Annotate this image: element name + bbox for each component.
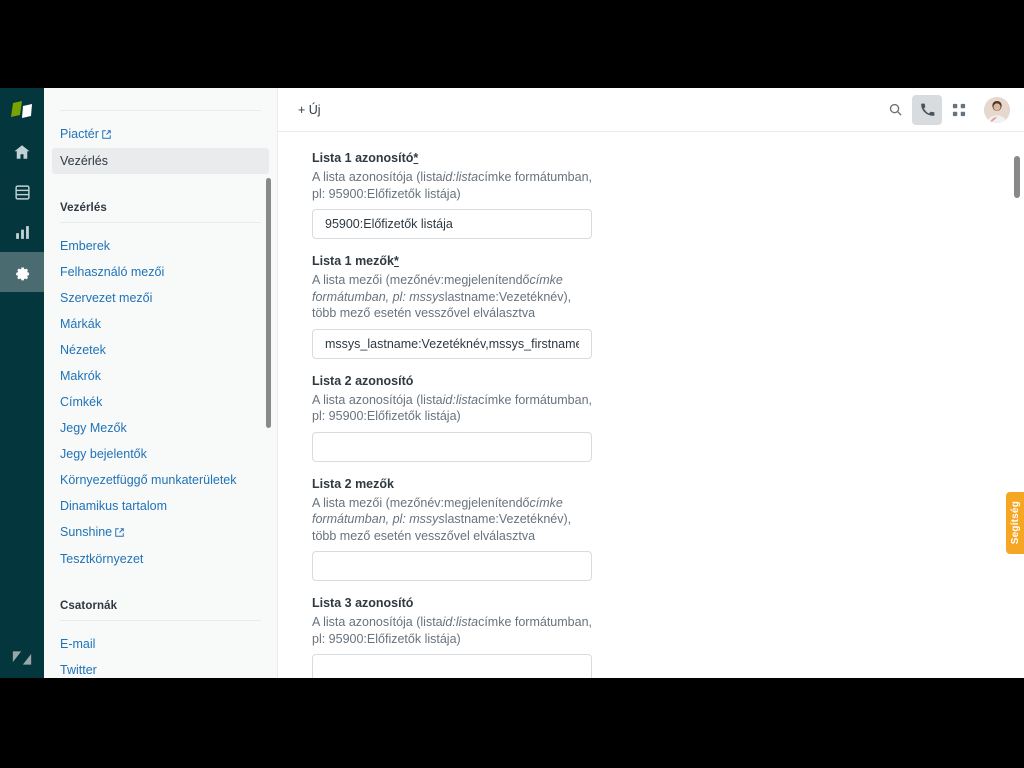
sidebar-item-label: Emberek [60,239,111,253]
sidebar-group-title: Csatornák [60,600,118,612]
sidebar-link-label: Piactér [60,127,99,141]
zendesk-product-logo-icon[interactable] [0,88,44,132]
zendesk-logo-icon [0,648,44,668]
sidebar-item-felhaszn-l-mez-i[interactable]: Felhasználó mezői [44,259,277,285]
sidebar-item-label: Címkék [60,395,103,409]
sidebar-divider [60,222,261,223]
sidebar-item-tesztk-rnyezet[interactable]: Tesztkörnyezet [44,546,277,572]
field-hint: A lista mezői (mezőnév:megjelenítendőcím… [312,272,594,322]
rail-item-reporting[interactable] [0,212,44,252]
field-hint-text: A lista azonosítója (lista [312,170,443,184]
sidebar-scrollbar-thumb[interactable] [266,178,271,428]
form-field: Lista 3 azonosító A lista azonosítója (li… [312,595,618,678]
new-button[interactable]: + Új [290,99,329,121]
topbar-actions [880,94,1024,125]
field-hint-text: A lista azonosítója (lista [312,392,443,407]
form-field: Lista 2 azonosító A lista azonosítója (li… [312,373,618,462]
sidebar-divider [60,620,261,621]
field-label: Lista 2 azonosító [312,373,414,388]
form-field: Lista 2 mezők A lista mezői (mezőnév:megj… [312,476,618,581]
field-label: Lista 1 azonosító* [312,151,419,165]
sidebar-item-label: Makrók [60,369,101,383]
sidebar-item-makr-k[interactable]: Makrók [44,363,277,389]
field-hint: A lista mezői (mezőnév:megjelenítendőcím… [312,495,594,545]
field-label: Lista 1 mezők* [312,254,399,268]
field-hint: A lista azonosítója (listaid:listacímke … [312,392,594,425]
rail-item-views[interactable] [0,172,44,212]
sidebar-item-label: Jegy bejelentők [60,447,147,461]
field-hint: A lista azonosítója (listaid:listacímke … [312,169,594,202]
sidebar-divider-top [60,110,261,111]
top-bar: + Új [278,88,1024,132]
talk-phone-icon[interactable] [912,94,942,125]
sidebar-item-emberek[interactable]: Emberek [44,233,277,259]
sidebar-groups: Vezérlés Emberek Felhasználó mezői Szerveze… [44,202,277,678]
field-label: Lista 2 mezők [312,476,394,491]
apps-grid-icon[interactable] [944,95,974,125]
admin-sidebar: Piactér Vezérlés Vezérlés Emberek Felhaszná… [44,88,278,678]
field-hint-emphasis: id:lista [442,170,479,184]
sidebar-item-c-mk-k[interactable]: Címkék [44,389,277,415]
sidebar-item-twitter[interactable]: Twitter [44,657,277,678]
field-hint-text: A lista azonosítója (lista [312,615,443,629]
list-settings-form: Lista 1 azonosító* A lista azonosítója (l… [278,132,618,678]
field-hint-text: A lista mezői (mezőnév:megjelenítendő [312,273,530,287]
sidebar-item-label: Környezetfüggő munkaterületek [60,473,237,487]
sidebar-item-k-rnyezetf-gg-munkater-letek[interactable]: Környezetfüggő munkaterületek [44,467,277,493]
field-input[interactable] [312,551,592,581]
sidebar-item-label: Nézetek [60,343,106,357]
rail-item-admin[interactable] [0,252,44,292]
field-hint: A lista azonosítója (listaid:listacímke … [312,614,594,647]
external-link-icon [102,126,111,144]
sidebar-top-links: Piactér Vezérlés [44,121,277,174]
sidebar-top-link-0[interactable]: Piactér [44,121,277,148]
main-area: + Új Lista 1 azonosító* A lista azonosít… [278,88,1024,678]
help-tab-label: Segítség [1009,501,1021,545]
sidebar-item-label: Márkák [60,317,101,331]
field-input[interactable] [312,209,592,239]
external-link-icon [115,524,124,542]
required-marker: * [413,151,419,165]
sidebar-item-label: Dinamikus tartalom [60,499,167,513]
sidebar-item-label: Twitter [60,663,97,677]
sidebar-item-jegy-bejelent-k[interactable]: Jegy bejelentők [44,441,277,467]
rail-item-home[interactable] [0,132,44,172]
sidebar-item-label: Sunshine [60,525,113,539]
user-avatar[interactable] [984,96,1010,123]
sidebar-item-label: Szervezet mezői [60,291,153,305]
sidebar-item-jegy-mez-k[interactable]: Jegy Mezők [44,415,277,441]
app-window: Piactér Vezérlés Vezérlés Emberek Felhaszná… [0,88,1024,678]
sidebar-item-dinamikus-tartalom[interactable]: Dinamikus tartalom [44,493,277,519]
page-scrollbar-thumb[interactable] [1014,156,1020,198]
sidebar-item-label: E-mail [60,637,96,651]
field-hint-text: A lista mezői (mezőnév:megjelenítendő [312,495,530,510]
form-field: Lista 1 azonosító* A lista azonosítója (l… [312,150,618,239]
sidebar-link-label: Vezérlés [60,154,108,168]
help-tab[interactable]: Segítség [1006,492,1024,554]
search-icon[interactable] [880,95,910,125]
sidebar-item-e-mail[interactable]: E-mail [44,631,277,657]
product-rail [0,88,44,678]
field-hint-emphasis: id:lista [442,615,479,629]
form-field: Lista 1 mezők* A lista mezői (mezőnév:meg… [312,253,618,359]
sidebar-top-link-1[interactable]: Vezérlés [52,148,269,174]
sidebar-item-label: Jegy Mezők [60,421,127,435]
sidebar-item-label: Felhasználó mezői [60,265,165,279]
sidebar-item-label: Tesztkörnyezet [60,552,144,566]
sidebar-item-m-rk-k[interactable]: Márkák [44,311,277,337]
settings-form-scroll-area: Lista 1 azonosító* A lista azonosítója (l… [278,132,1024,678]
field-input[interactable] [312,431,592,462]
field-label: Lista 3 azonosító [312,596,414,610]
sidebar-item-szervezet-mez-i[interactable]: Szervezet mezői [44,285,277,311]
sidebar-item-n-zetek[interactable]: Nézetek [44,337,277,363]
sidebar-group-title: Vezérlés [60,202,107,214]
field-hint-emphasis: id:lista [442,392,479,407]
required-marker: * [393,254,399,268]
field-input[interactable] [312,328,592,359]
field-input[interactable] [312,654,592,678]
sidebar-item-sunshine[interactable]: Sunshine [44,519,277,546]
